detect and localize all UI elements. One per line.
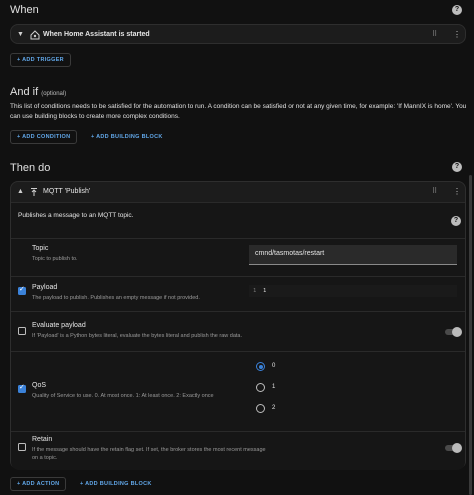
action-description: Publishes a message to an MQTT topic. [18,212,134,219]
retain-toggle[interactable] [445,443,462,453]
qos-row: QoS Quality of Service to use. 0. At mos… [11,351,465,431]
help-icon[interactable]: ? [452,5,462,15]
topic-input[interactable]: cmnd/tasmotas/restart [249,245,457,265]
andif-optional: (optional) [41,91,67,97]
add-trigger-button[interactable]: + ADD TRIGGER [10,53,71,67]
retain-row: Retain If the message should have the re… [11,431,465,471]
andif-title-text: And if [10,86,39,98]
payload-line-number: 1 [253,288,257,294]
drag-handle-icon[interactable]: ⠿ [432,188,438,196]
andif-title: And if (optional) [10,86,66,98]
qos-hint: Quality of Service to use. 0. At most on… [32,393,214,399]
payload-editor[interactable]: 1 1 [249,285,457,297]
action-header[interactable]: ▲ MQTT 'Publish' ⠿ ⋮ [11,182,465,202]
evaluate-checkbox[interactable] [18,327,26,335]
evaluate-toggle[interactable] [445,327,462,337]
qos-label: QoS [32,382,47,389]
andif-description: This list of conditions needs to be sati… [10,103,467,120]
action-body: Publishes a message to an MQTT topic. ? … [11,202,465,470]
retain-hint: If the message should have the retain fl… [32,447,266,461]
action-label: MQTT 'Publish' [43,188,91,195]
payload-hint: The payload to publish. Publishes an emp… [32,295,200,301]
qos-option-2: 2 [272,405,276,411]
chevron-up-icon[interactable]: ▲ [17,188,24,195]
evaluate-label: Evaluate payload [32,322,86,329]
payload-row: Payload The payload to publish. Publishe… [11,276,465,311]
action-card: ▲ MQTT 'Publish' ⠿ ⋮ Publishes a message… [10,181,466,470]
help-icon[interactable]: ? [451,216,461,226]
payload-value: 1 [263,288,267,294]
trigger-label: When Home Assistant is started [43,31,150,38]
evaluate-hint: If 'Payload' is a Python bytes literal, … [32,333,242,339]
retain-checkbox[interactable] [18,443,26,451]
qos-radio-1[interactable] [256,383,265,392]
add-building-block-action-button[interactable]: + ADD BUILDING BLOCK [80,477,152,491]
payload-label: Payload [32,284,58,291]
chevron-down-icon[interactable]: ▼ [17,31,24,38]
add-action-button[interactable]: + ADD ACTION [10,477,67,491]
thendo-title: Then do [10,162,51,174]
qos-radio-0[interactable] [256,362,265,371]
home-assistant-icon [30,30,40,40]
add-condition-button[interactable]: + ADD CONDITION [10,130,78,144]
retain-label: Retain [32,436,53,443]
scrollbar[interactable] [469,175,472,495]
trigger-card[interactable]: ▼ When Home Assistant is started ⠿ ⋮ [10,24,466,44]
qos-checkbox[interactable] [18,383,26,393]
add-building-block-button[interactable]: + ADD BUILDING BLOCK [91,130,163,144]
qos-option-1: 1 [272,384,276,390]
more-vert-icon[interactable]: ⋮ [453,188,461,196]
drag-handle-icon[interactable]: ⠿ [432,31,438,39]
topic-row: Topic Topic to publish to. cmnd/tasmotas… [11,238,465,276]
qos-option-0: 0 [272,363,276,369]
mqtt-publish-icon [31,188,37,196]
more-vert-icon[interactable]: ⋮ [453,31,461,39]
when-title: When [10,4,39,16]
topic-label: Topic [32,245,49,252]
help-icon[interactable]: ? [452,162,462,172]
qos-radio-2[interactable] [256,404,265,413]
evaluate-row: Evaluate payload If 'Payload' is a Pytho… [11,311,465,351]
payload-checkbox[interactable] [18,285,26,295]
topic-hint: Topic to publish to. [32,256,78,262]
